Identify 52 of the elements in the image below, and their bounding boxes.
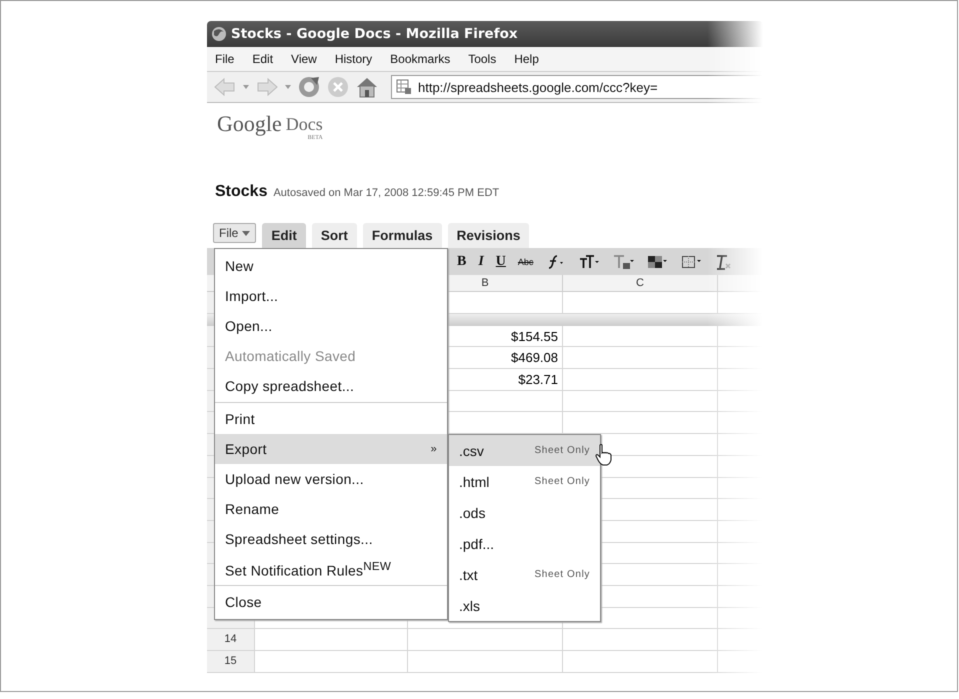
submenu-item[interactable]: .html Sheet Only bbox=[449, 466, 600, 497]
format-button[interactable]: B bbox=[457, 254, 466, 270]
tab[interactable]: Formulas bbox=[362, 223, 442, 248]
fill-color-icon[interactable] bbox=[647, 254, 670, 270]
menu-item[interactable]: Export » bbox=[215, 434, 447, 464]
submenu-item[interactable]: .xls bbox=[449, 590, 600, 621]
window-title: Stocks - Google Docs - Mozilla Firefox bbox=[231, 26, 518, 42]
sheet-only-note: Sheet Only bbox=[534, 569, 590, 580]
document-title: Stocks bbox=[215, 183, 268, 201]
caret-icon bbox=[242, 230, 250, 236]
submenu-arrow: » bbox=[430, 443, 437, 455]
reload-icon[interactable] bbox=[297, 75, 321, 99]
tab[interactable]: Revisions bbox=[448, 223, 530, 248]
menu-item[interactable]: Spreadsheet settings... bbox=[215, 524, 447, 554]
home-icon[interactable] bbox=[355, 75, 379, 99]
row-header[interactable]: 15 bbox=[207, 651, 255, 673]
firefox-icon bbox=[211, 26, 227, 42]
submenu-item[interactable]: .pdf... bbox=[449, 528, 600, 559]
address-field[interactable]: http://spreadsheets.google.com/ccc?key= bbox=[391, 75, 763, 99]
logo-text: Docs bbox=[286, 114, 323, 135]
menu-item[interactable]: Edit bbox=[252, 52, 284, 66]
tab[interactable]: Sort bbox=[312, 223, 357, 248]
file-menu-button[interactable]: File bbox=[213, 223, 256, 243]
menu-item[interactable]: Bookmarks bbox=[390, 52, 460, 66]
format-button[interactable]: U bbox=[496, 254, 506, 270]
spreadsheet-icon bbox=[396, 79, 412, 95]
column-header[interactable]: C bbox=[563, 275, 718, 292]
submenu-item[interactable]: .txt Sheet Only bbox=[449, 559, 600, 590]
format-button[interactable]: Abc bbox=[518, 256, 534, 266]
menu-item[interactable]: Set Notification Rules$^{NEW}$ bbox=[215, 554, 447, 584]
menu-item[interactable]: Tools bbox=[468, 52, 506, 66]
text-color-icon[interactable] bbox=[613, 254, 636, 270]
menu-item[interactable]: Help bbox=[514, 52, 549, 66]
menu-item[interactable]: History bbox=[334, 52, 382, 66]
row-header[interactable]: 14 bbox=[207, 629, 255, 651]
menu-item[interactable]: Close bbox=[215, 587, 447, 617]
clear-format-icon[interactable] bbox=[715, 254, 732, 270]
borders-icon[interactable] bbox=[681, 254, 704, 270]
menu-item[interactable]: File bbox=[215, 52, 244, 66]
logo-text: Google bbox=[217, 111, 282, 137]
autosave-status: Autosaved on Mar 17, 2008 12:59:45 PM EDT bbox=[273, 187, 500, 199]
tab[interactable]: Edit bbox=[262, 223, 306, 248]
format-button[interactable]: I bbox=[478, 254, 484, 270]
menu-item[interactable]: Upload new version... bbox=[215, 464, 447, 494]
menu-item[interactable]: View bbox=[291, 52, 327, 66]
menu-item[interactable]: Rename bbox=[215, 494, 447, 524]
sheet-only-note: Sheet Only bbox=[534, 476, 590, 487]
submenu-item[interactable]: .ods bbox=[449, 497, 600, 528]
text-size-icon[interactable] bbox=[579, 254, 602, 270]
sheet-only-note: Sheet Only bbox=[534, 445, 590, 456]
menu-item[interactable]: Print bbox=[215, 404, 447, 434]
submenu-item[interactable]: .csv Sheet Only bbox=[449, 435, 600, 466]
